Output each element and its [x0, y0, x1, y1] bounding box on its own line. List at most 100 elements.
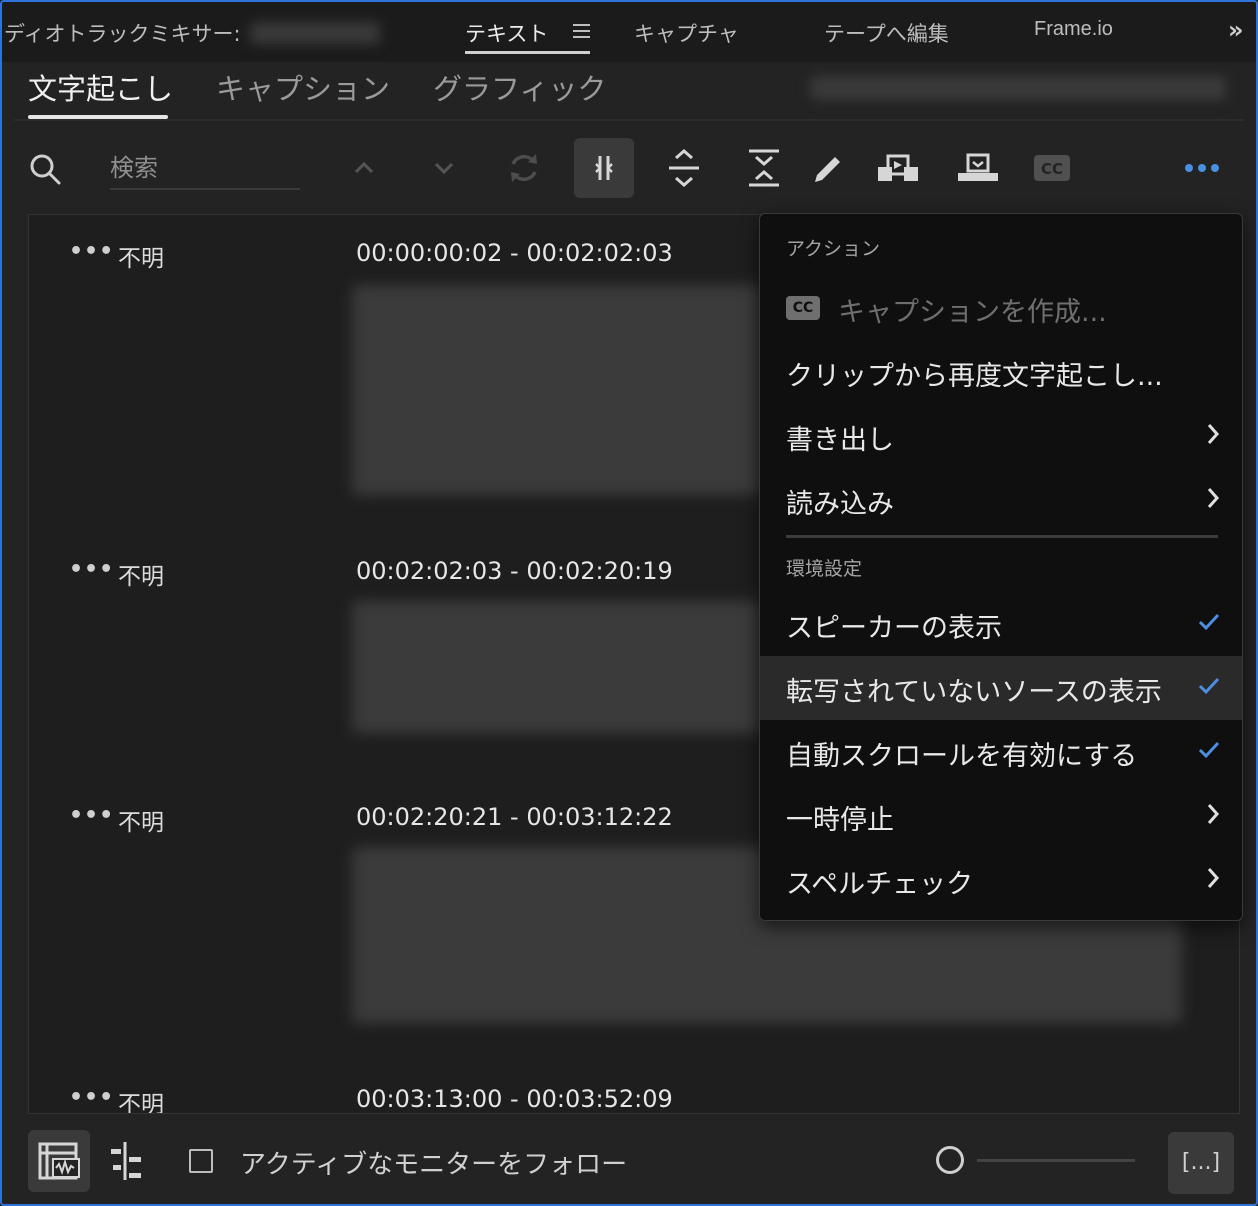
subtab-graphics[interactable]: グラフィック: [433, 66, 606, 108]
checkmark-icon: [1198, 613, 1220, 631]
panel-overflow-icon[interactable]: »: [1228, 16, 1243, 44]
tab-audio-mixer[interactable]: ディオトラックミキサー:: [4, 18, 241, 48]
checkmark-icon: [1198, 741, 1220, 759]
edit-button[interactable]: [798, 138, 858, 198]
menu-item-label: 書き出し: [786, 425, 894, 456]
insert-icon: [878, 154, 918, 181]
segment-speaker[interactable]: 不明: [118, 1085, 164, 1113]
insert-button[interactable]: [868, 138, 928, 198]
tab-text-underline: [465, 51, 590, 54]
merge-collapse-button[interactable]: [734, 138, 794, 198]
chevron-right-icon: [1207, 868, 1220, 888]
menu-item-label: スペルチェック: [786, 869, 974, 900]
cc-icon: CC: [786, 296, 820, 320]
menu-item-label: 自動スクロールを有効にする: [786, 741, 1138, 772]
segment-menu-icon[interactable]: •••: [69, 803, 114, 828]
follow-monitor-label[interactable]: アクティブなモニターをフォロー: [240, 1144, 627, 1181]
cc-icon: CC: [1034, 155, 1070, 181]
tab-frameio-label: Frame.io: [1034, 18, 1113, 40]
tab-audio-mixer-label: ディオトラックミキサー:: [4, 22, 241, 46]
menu-item-show-speakers[interactable]: スピーカーの表示: [760, 592, 1242, 656]
svg-text:CC: CC: [1041, 160, 1063, 178]
menu-item-label: キャプションを作成...: [838, 297, 1107, 328]
merge-expand-icon: [669, 149, 699, 187]
search-input[interactable]: [110, 148, 300, 190]
menu-item-create-captions: CC キャプションを作成...: [760, 276, 1242, 340]
redacted-sequence-name: [250, 22, 380, 44]
bottom-bar: アクティブなモニターをフォロー [...]: [2, 1114, 1256, 1204]
chevron-right-icon: [1207, 488, 1220, 508]
tab-edit-to-tape[interactable]: テープへ編集: [824, 18, 949, 48]
merge-expand-button[interactable]: [654, 138, 714, 198]
segment-timecode: 00:03:13:00 - 00:03:52:09: [356, 1085, 673, 1113]
segment-menu-icon[interactable]: •••: [69, 239, 114, 264]
zoom-slider-track[interactable]: [977, 1159, 1135, 1162]
segment-text-redacted[interactable]: [352, 285, 762, 495]
align-center-icon: [111, 1142, 141, 1180]
captions-button[interactable]: CC: [1022, 138, 1082, 198]
align-view-button[interactable]: [94, 1130, 156, 1192]
menu-section-actions: アクション: [786, 238, 881, 260]
more-options-button[interactable]: [1172, 138, 1232, 198]
menu-separator: [786, 535, 1218, 538]
menu-item-label: スピーカーの表示: [786, 613, 1002, 644]
tab-text[interactable]: テキスト: [465, 18, 548, 48]
tab-frameio[interactable]: Frame.io: [1034, 18, 1113, 41]
ellipsis-toggle-button[interactable]: [...]: [1168, 1132, 1234, 1194]
segment-speaker[interactable]: 不明: [118, 803, 164, 837]
tab-text-label: テキスト: [465, 22, 549, 46]
tab-edit-to-tape-label: テープへ編集: [824, 22, 949, 46]
search-icon[interactable]: [28, 152, 62, 186]
overwrite-icon: [958, 153, 998, 181]
tab-capture-label: キャプチャ: [634, 22, 739, 46]
menu-item-label: クリップから再度文字起こし...: [786, 361, 1163, 392]
split-segment-icon: [595, 156, 613, 180]
menu-item-auto-scroll[interactable]: 自動スクロールを有効にする: [760, 720, 1242, 784]
subtab-captions-label: キャプション: [216, 72, 391, 106]
subtab-graphics-label: グラフィック: [433, 72, 607, 106]
menu-item-label: 一時停止: [786, 805, 894, 836]
menu-section-preferences: 環境設定: [786, 558, 863, 580]
split-segment-button[interactable]: [574, 138, 634, 198]
menu-item-export[interactable]: 書き出し: [760, 404, 1242, 468]
merge-collapse-icon: [749, 149, 779, 187]
menu-item-spellcheck[interactable]: スペルチェック: [760, 848, 1242, 912]
segment-speaker[interactable]: 不明: [118, 557, 164, 591]
chevron-up-icon: [354, 161, 374, 174]
pencil-icon: [815, 157, 840, 182]
segment-speaker[interactable]: 不明: [118, 239, 164, 273]
panel-menu-icon[interactable]: [573, 24, 590, 42]
menu-item-pause[interactable]: 一時停止: [760, 784, 1242, 848]
refresh-icon: [511, 154, 537, 182]
segment-menu-icon[interactable]: •••: [69, 1085, 114, 1110]
segment-timecode: 00:00:00:02 - 00:02:02:03: [356, 239, 673, 267]
options-menu: アクション CC キャプションを作成... クリップから再度文字起こし... 書…: [759, 213, 1243, 921]
refresh-button[interactable]: [494, 138, 554, 198]
subtab-transcript[interactable]: 文字起こし: [28, 66, 173, 108]
chevron-down-icon: [434, 162, 454, 175]
zoom-slider-handle[interactable]: [936, 1146, 964, 1174]
sync-view-button[interactable]: [28, 1130, 90, 1192]
redacted-clip-name: [810, 76, 1226, 100]
menu-item-import[interactable]: 読み込み: [760, 468, 1242, 532]
subtab-captions[interactable]: キャプション: [216, 66, 390, 108]
segment-menu-icon[interactable]: •••: [69, 557, 114, 582]
segment-text-redacted[interactable]: [352, 601, 762, 733]
overwrite-button[interactable]: [948, 138, 1008, 198]
menu-item-label: 読み込み: [786, 489, 894, 520]
next-result-button[interactable]: [414, 138, 474, 198]
timeline-sync-icon: [38, 1142, 80, 1180]
previous-result-button[interactable]: [334, 138, 394, 198]
segment-timecode: 00:02:20:21 - 00:03:12:22: [356, 803, 673, 831]
chevron-right-icon: [1207, 804, 1220, 824]
menu-item-show-untranscribed[interactable]: 転写されていないソースの表示: [760, 656, 1242, 720]
menu-item-label: 転写されていないソースの表示: [786, 677, 1162, 708]
menu-item-retranscribe[interactable]: クリップから再度文字起こし...: [760, 340, 1242, 404]
checkmark-icon: [1198, 677, 1220, 695]
segment-timecode: 00:02:02:03 - 00:02:20:19: [356, 557, 673, 585]
subtab-divider: [14, 119, 1244, 121]
tab-capture[interactable]: キャプチャ: [634, 18, 739, 48]
transcript-panel: ディオトラックミキサー: テキスト キャプチャ テープへ編集 Frame.io …: [0, 0, 1258, 1206]
chevron-right-icon: [1207, 424, 1220, 444]
follow-monitor-checkbox[interactable]: [189, 1149, 213, 1173]
